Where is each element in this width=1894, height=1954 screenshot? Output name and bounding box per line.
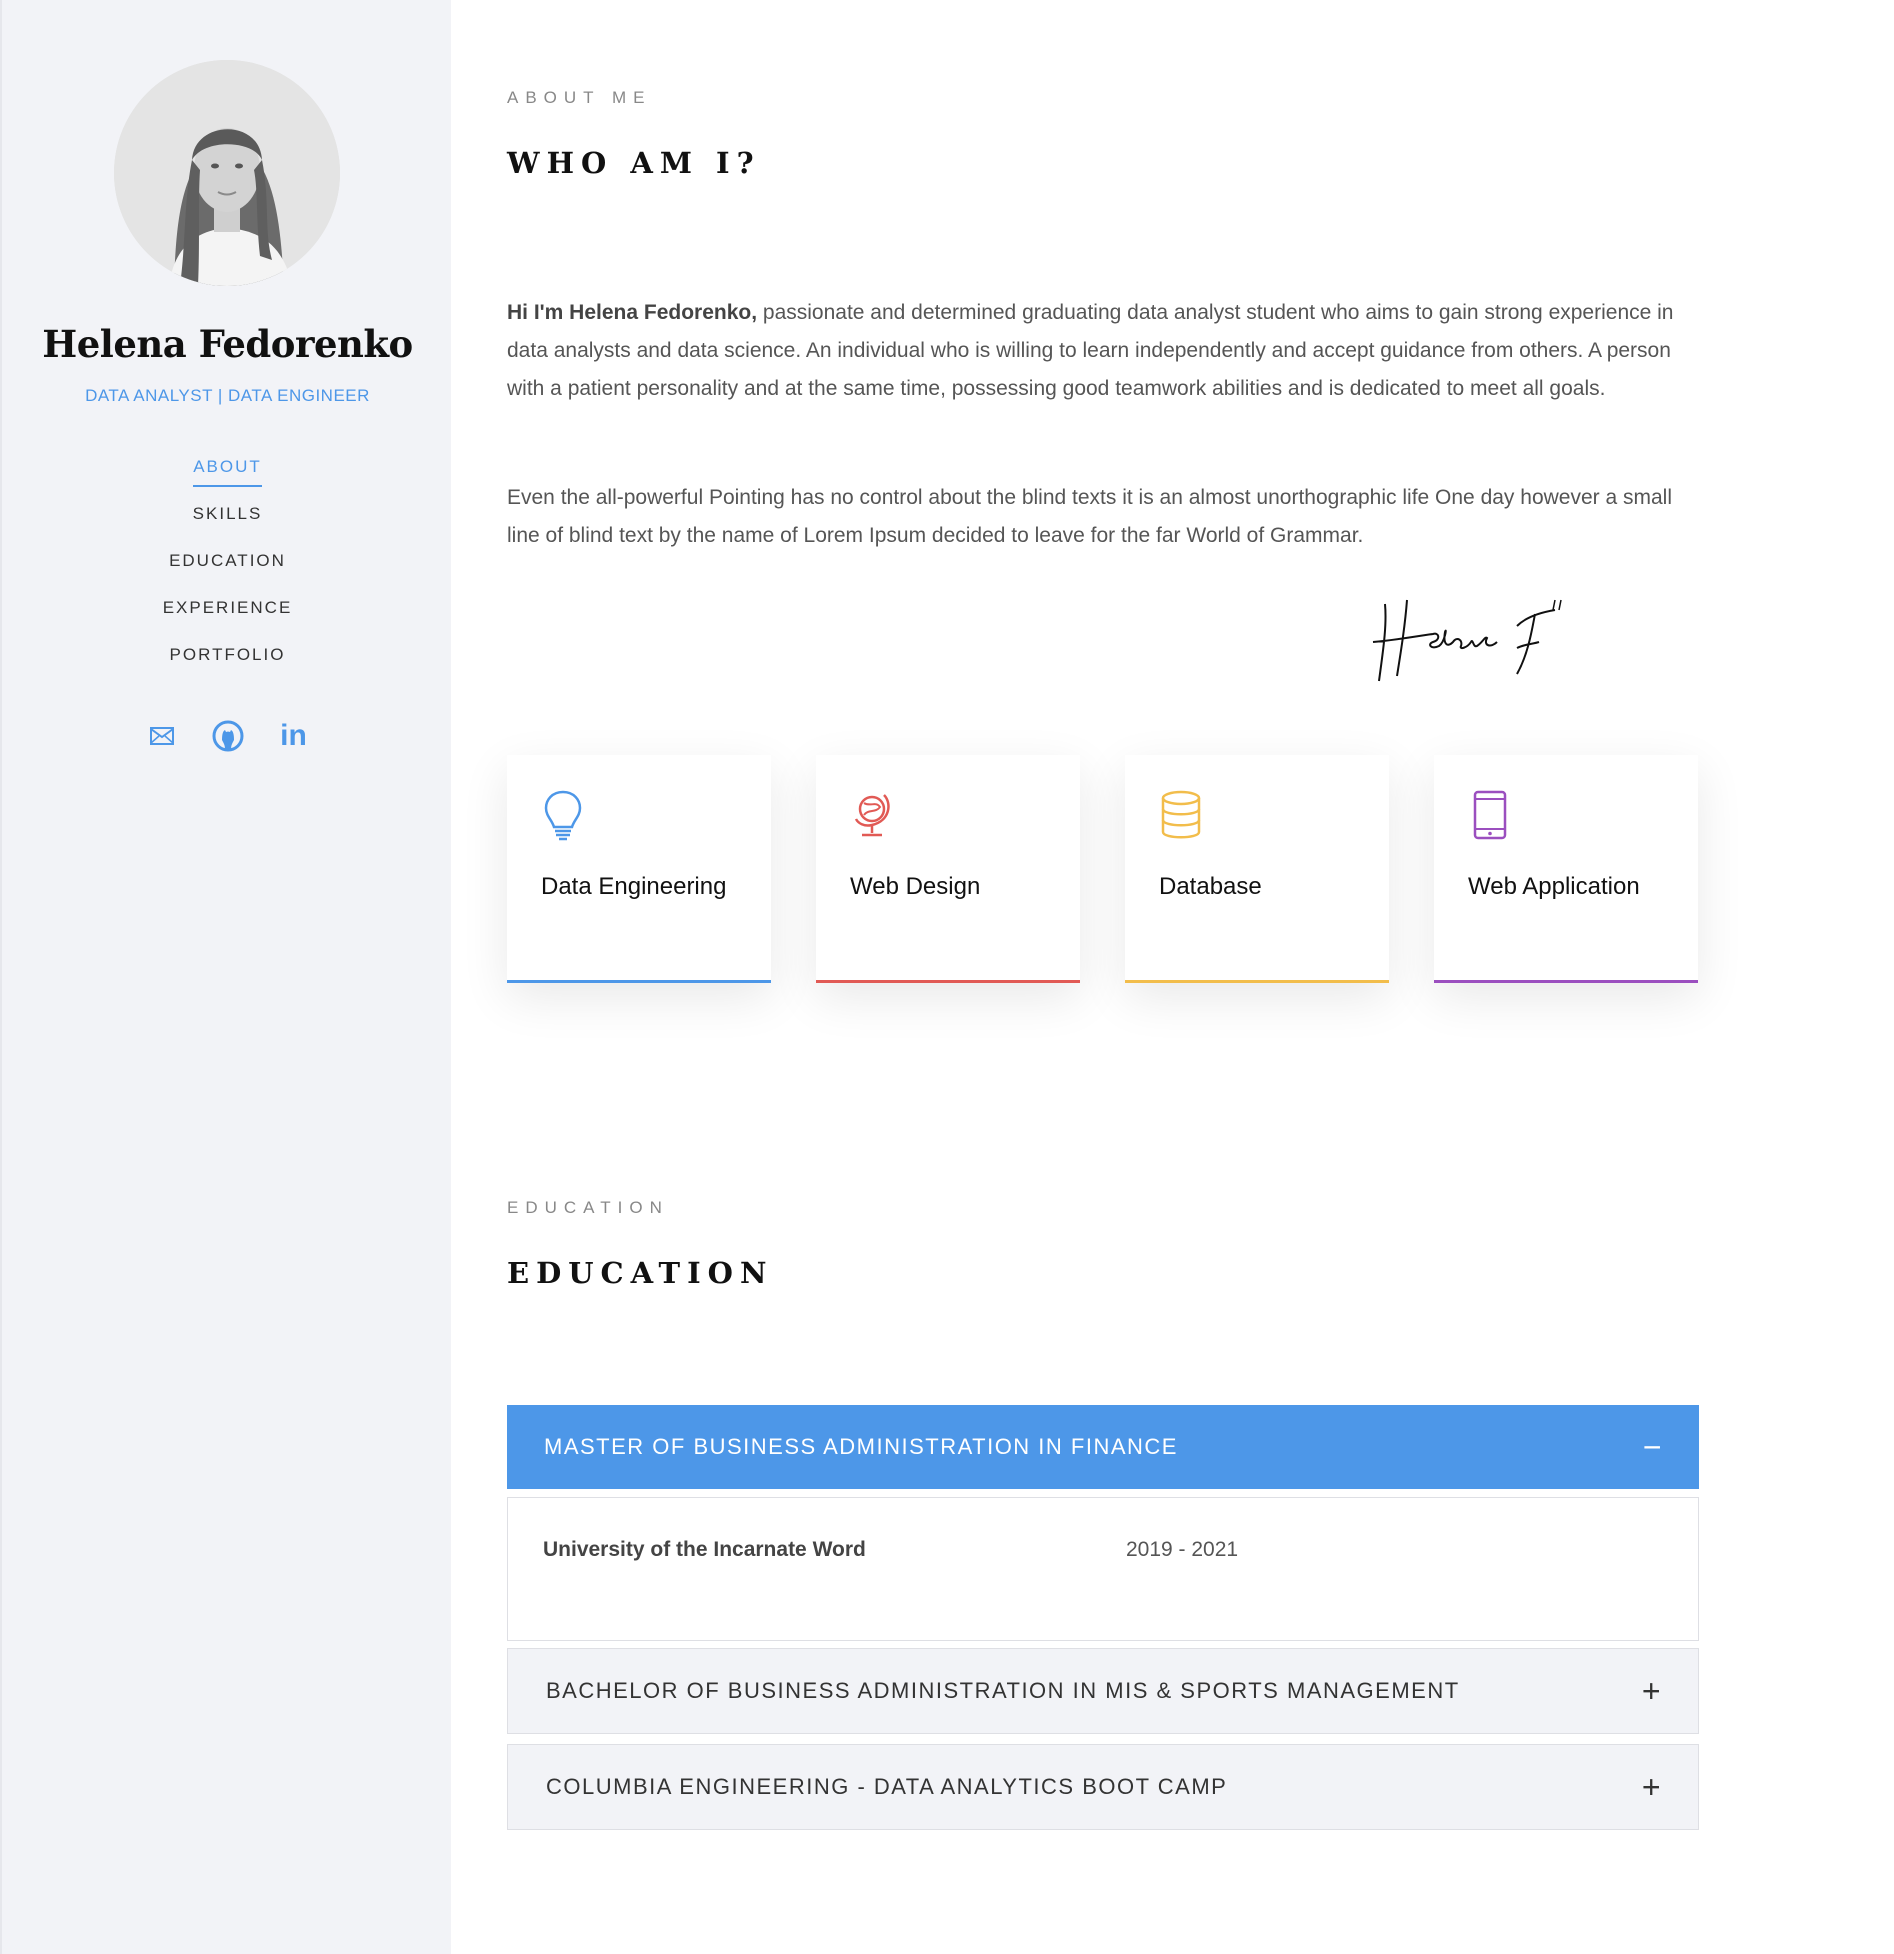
- school-years: 2019 - 2021: [1126, 1538, 1239, 1561]
- services-cards: Data Engineering Web Design Database Web…: [507, 755, 1698, 983]
- school-name: University of the Incarnate Word: [543, 1538, 866, 1561]
- accordion-title: BACHELOR OF BUSINESS ADMINISTRATION IN M…: [546, 1678, 1460, 1703]
- github-icon[interactable]: [210, 718, 246, 754]
- profile-role: DATA ANALYST | DATA ENGINEER: [85, 386, 370, 405]
- service-label: Database: [1159, 873, 1262, 900]
- service-card-web-application[interactable]: Web Application: [1434, 755, 1698, 983]
- card-accent-bar: [816, 980, 1080, 983]
- education-item-mba: MASTER OF BUSINESS ADMINISTRATION IN FIN…: [507, 1405, 1699, 1641]
- accordion-header[interactable]: MASTER OF BUSINESS ADMINISTRATION IN FIN…: [507, 1405, 1699, 1489]
- education-item-bootcamp: COLUMBIA ENGINEERING - DATA ANALYTICS BO…: [507, 1744, 1699, 1830]
- service-card-web-design[interactable]: Web Design: [816, 755, 1080, 983]
- nav-item-label: SKILLS: [192, 504, 263, 523]
- about-intro-bold: Hi I'm Helena Fedorenko,: [507, 301, 758, 324]
- card-accent-bar: [1125, 980, 1389, 983]
- expand-icon[interactable]: +: [1642, 1771, 1662, 1803]
- lightbulb-icon: [544, 790, 582, 841]
- service-label: Web Application: [1468, 873, 1640, 900]
- accordion-header[interactable]: BACHELOR OF BUSINESS ADMINISTRATION IN M…: [508, 1649, 1698, 1733]
- about-intro: Hi I'm Helena Fedorenko, passionate and …: [507, 294, 1697, 408]
- collapse-icon[interactable]: −: [1643, 1431, 1663, 1463]
- about-paragraph-2: Even the all-powerful Pointing has no co…: [507, 486, 1672, 547]
- linkedin-label: in: [280, 719, 307, 752]
- sidebar-nav: ABOUT SKILLS EDUCATION EXPERIENCE PORTFO…: [2, 452, 453, 687]
- nav-item-experience[interactable]: EXPERIENCE: [2, 593, 453, 640]
- about-eyebrow: ABOUT ME: [507, 88, 652, 107]
- mail-icon[interactable]: [144, 718, 180, 754]
- nav-item-portfolio[interactable]: PORTFOLIO: [2, 640, 453, 687]
- expand-icon[interactable]: +: [1642, 1675, 1662, 1707]
- education-heading: EDUCATION: [507, 1256, 774, 1290]
- service-label: Data Engineering: [541, 873, 727, 900]
- avatar-image: [114, 60, 340, 286]
- nav-item-label: EDUCATION: [169, 551, 286, 570]
- service-card-database[interactable]: Database: [1125, 755, 1389, 983]
- signature: [1367, 596, 1567, 691]
- service-card-data-engineering[interactable]: Data Engineering: [507, 755, 771, 983]
- tablet-icon: [1473, 790, 1507, 840]
- social-links: in: [2, 718, 453, 754]
- nav-item-label: EXPERIENCE: [162, 598, 293, 617]
- database-icon: [1161, 790, 1201, 839]
- accordion-header[interactable]: COLUMBIA ENGINEERING - DATA ANALYTICS BO…: [508, 1745, 1698, 1829]
- linkedin-icon[interactable]: in: [276, 718, 312, 754]
- education-eyebrow: EDUCATION: [507, 1198, 669, 1217]
- card-accent-bar: [1434, 980, 1698, 983]
- nav-item-label: PORTFOLIO: [169, 645, 286, 664]
- signature-image: [1372, 599, 1562, 682]
- nav-item-about[interactable]: ABOUT: [2, 452, 453, 499]
- avatar: [114, 60, 340, 286]
- education-item-bba: BACHELOR OF BUSINESS ADMINISTRATION IN M…: [507, 1648, 1699, 1734]
- accordion-title: COLUMBIA ENGINEERING - DATA ANALYTICS BO…: [546, 1774, 1228, 1799]
- sidebar: Helena Fedorenko DATA ANALYST | DATA ENG…: [0, 0, 451, 1954]
- service-label: Web Design: [850, 873, 981, 900]
- profile-name: Helena Fedorenko: [42, 322, 413, 366]
- about-heading: WHO AM I?: [507, 146, 761, 180]
- nav-item-skills[interactable]: SKILLS: [2, 499, 453, 546]
- globe-icon: [854, 794, 890, 837]
- accordion-body: University of the Incarnate Word 2019 - …: [507, 1497, 1699, 1641]
- nav-item-education[interactable]: EDUCATION: [2, 546, 453, 593]
- nav-item-label: ABOUT: [193, 452, 262, 487]
- card-accent-bar: [507, 980, 771, 983]
- accordion-title: MASTER OF BUSINESS ADMINISTRATION IN FIN…: [544, 1434, 1178, 1459]
